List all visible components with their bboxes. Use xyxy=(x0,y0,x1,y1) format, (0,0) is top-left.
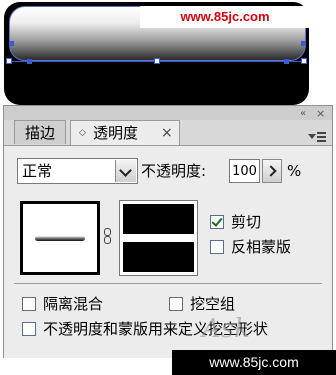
watermark-ask: Ask xyxy=(202,314,250,344)
tab-transparency[interactable]: ◇ 透明度 × xyxy=(70,120,180,146)
blend-mode-dropdown[interactable]: 正常 xyxy=(17,158,138,184)
panel-menu-icon[interactable] xyxy=(308,130,326,144)
clip-label: 剪切 xyxy=(231,213,262,231)
selection-handle-bottom-center[interactable] xyxy=(154,58,160,64)
invert-mask-checkbox[interactable] xyxy=(210,240,224,254)
percent-label: % xyxy=(287,162,302,180)
blend-mode-value: 正常 xyxy=(22,162,53,180)
anchor-point[interactable] xyxy=(284,59,289,64)
thumbnail-shape xyxy=(35,236,85,241)
mask-band xyxy=(123,234,194,242)
chevron-right-icon xyxy=(265,165,277,177)
knockout-group-label: 挖空组 xyxy=(190,295,236,313)
site-watermark-bottom: www.85jc.com xyxy=(172,350,336,375)
artwork-thumbnail[interactable] xyxy=(20,201,100,275)
invert-mask-label: 反相蒙版 xyxy=(231,238,292,256)
artwork-canvas: www.85jc.com xyxy=(0,0,336,108)
divider xyxy=(14,283,322,284)
dropdown-button[interactable] xyxy=(115,160,136,182)
panel-body: 正常 不透明度: % 剪切 反相蒙版 隔离混合 挖空组 不透明度和蒙版用来定义挖… xyxy=(4,145,332,358)
tab-transparency-label: 透明度 xyxy=(93,124,139,142)
opacity-label: 不透明度: xyxy=(141,162,207,180)
selection-handle-bottom-right[interactable] xyxy=(301,58,307,64)
link-chain-icon[interactable] xyxy=(104,228,111,244)
knockout-group-checkbox[interactable] xyxy=(169,297,183,311)
panel-title-strip[interactable] xyxy=(4,106,332,120)
anchor-point[interactable] xyxy=(27,59,32,64)
collapse-icon[interactable]: « xyxy=(300,108,306,119)
clip-checkbox[interactable] xyxy=(210,215,224,229)
mask-thumbnail[interactable] xyxy=(119,200,198,276)
close-icon[interactable]: × xyxy=(316,107,325,120)
anchor-point[interactable] xyxy=(9,41,14,46)
opacity-slider-button[interactable] xyxy=(262,159,282,183)
selection-handle-bottom-left[interactable] xyxy=(6,58,12,64)
site-watermark-top: www.85jc.com xyxy=(140,6,310,28)
chevron-down-icon xyxy=(119,164,132,177)
isolate-blending-checkbox[interactable] xyxy=(22,297,36,311)
transparency-panel: « × 描边 ◇ 透明度 × 正常 不透明度: % 剪切 反相蒙版 隔 xyxy=(3,105,333,358)
opacity-input[interactable] xyxy=(229,159,260,183)
tab-stroke[interactable]: 描边 xyxy=(14,120,66,144)
tab-options-icon: ◇ xyxy=(79,128,86,138)
check-icon xyxy=(211,215,223,227)
tab-close-icon[interactable]: × xyxy=(161,121,173,146)
isolate-blending-label: 隔离混合 xyxy=(43,295,104,313)
anchor-point[interactable] xyxy=(301,41,306,46)
opacity-mask-knockout-checkbox[interactable] xyxy=(22,322,36,336)
